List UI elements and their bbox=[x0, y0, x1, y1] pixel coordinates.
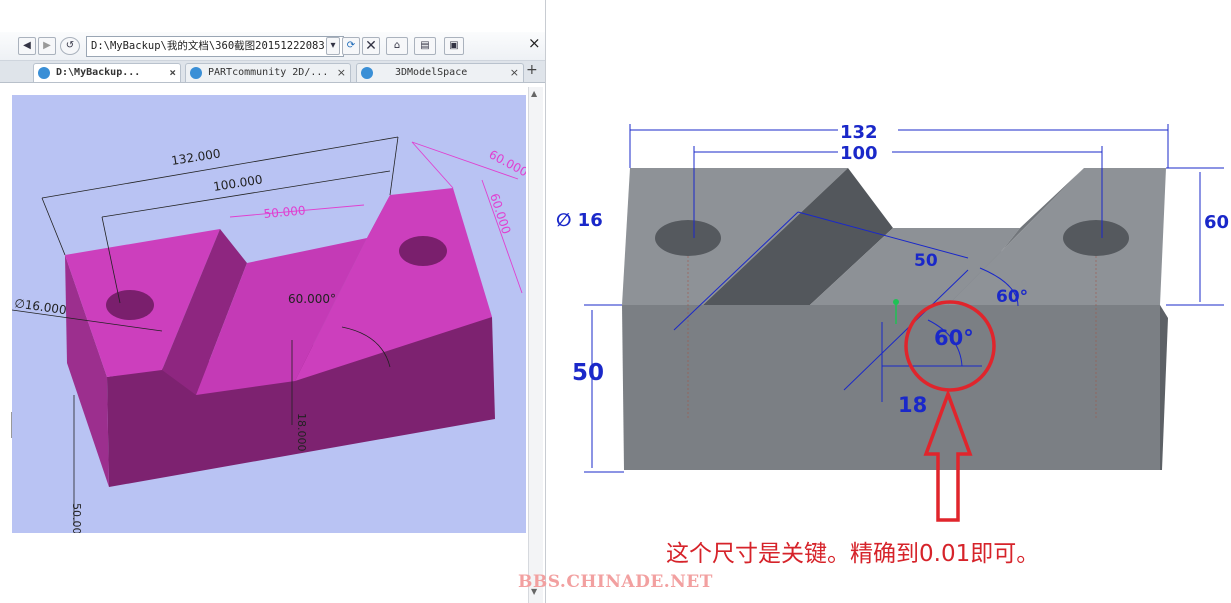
dim-50-inner-label: 50 bbox=[914, 251, 938, 271]
dim-100-label: 100 bbox=[840, 143, 878, 164]
scroll-up-icon[interactable]: ▲ bbox=[531, 89, 537, 98]
back-icon[interactable]: ◀ bbox=[18, 37, 36, 55]
address-bar[interactable]: D:\MyBackup\我的文档\360截图20151222083 bbox=[86, 36, 344, 57]
close-window-button[interactable]: × bbox=[528, 34, 541, 52]
browser-window: ▾ ◀ ▶ ↺ D:\MyBackup\我的文档\360截图2015122208… bbox=[0, 0, 546, 603]
save-icon[interactable]: ▣ bbox=[444, 37, 464, 55]
address-text: D:\MyBackup\我的文档\360截图20151222083 bbox=[91, 40, 325, 52]
hole-right bbox=[1063, 220, 1129, 256]
dim-18-label: 18.000 bbox=[295, 413, 308, 452]
history-icon[interactable]: ↺ bbox=[60, 37, 80, 55]
tab-bar: D:\MyBackup... × PARTcommunity 2D/... × … bbox=[0, 61, 545, 83]
block-front-face bbox=[622, 305, 1160, 470]
hole-left bbox=[655, 220, 721, 256]
home-icon[interactable]: ⌂ bbox=[386, 37, 408, 55]
ie-icon bbox=[38, 67, 50, 79]
dim-132-label: 132 bbox=[840, 122, 878, 143]
pivot-marker-dot bbox=[893, 299, 899, 305]
tab-close-icon[interactable]: × bbox=[169, 64, 176, 82]
hole-right bbox=[399, 236, 447, 266]
browser-toolbar: ◀ ▶ ↺ D:\MyBackup\我的文档\360截图20151222083 … bbox=[0, 32, 545, 61]
dim-60-angle-inner-label: 60° bbox=[934, 326, 974, 350]
tab-label: D:\MyBackup... bbox=[56, 67, 141, 78]
cad-image-magenta: 132.000 100.000 ∅16.000 60.000° 18.000 5… bbox=[12, 95, 526, 533]
dim-angle-label: 60.000° bbox=[288, 292, 336, 306]
tab-label: 3DModelSpace bbox=[395, 67, 468, 78]
watermark: BBS.CHINADE.NET bbox=[518, 572, 713, 592]
tab-partcommunity[interactable]: PARTcommunity 2D/... × bbox=[185, 63, 351, 82]
tab-label: PARTcommunity 2D/... bbox=[208, 67, 329, 78]
print-icon[interactable]: ▤ bbox=[414, 37, 436, 55]
tab-3dmodelspace[interactable]: 3DModelSpace × bbox=[356, 63, 524, 82]
tab-close-icon[interactable]: × bbox=[510, 64, 519, 82]
dim-60-side-label: 60 bbox=[1204, 212, 1229, 233]
address-dropdown-icon[interactable]: ▾ bbox=[326, 37, 340, 55]
dim-diameter-label: ∅ 16 bbox=[556, 210, 603, 231]
vertical-scrollbar[interactable]: ▲ ▼ bbox=[528, 87, 543, 603]
new-tab-button[interactable]: + bbox=[526, 62, 538, 78]
dim-60-angle-outer-label: 60° bbox=[996, 287, 1028, 307]
ie-icon bbox=[190, 67, 202, 79]
tab-close-icon[interactable]: × bbox=[337, 64, 346, 82]
tab-local-file[interactable]: D:\MyBackup... × bbox=[33, 63, 181, 82]
forward-icon[interactable]: ▶ bbox=[38, 37, 56, 55]
refresh-icon[interactable]: ⟳ bbox=[342, 37, 360, 55]
block-side-face bbox=[1160, 305, 1168, 470]
hole-left bbox=[106, 290, 154, 320]
ie-icon bbox=[361, 67, 373, 79]
dim-50-height-label: 50.000 bbox=[70, 503, 83, 533]
stop-icon[interactable]: ✕ bbox=[362, 37, 380, 55]
dim-18-label: 18 bbox=[898, 393, 927, 417]
callout-note: 这个尺寸是关键。精确到0.01即可。 bbox=[666, 541, 1040, 567]
dim-50-height-label: 50 bbox=[572, 360, 604, 386]
cad-image-grey: 132 100 ∅ 16 60 50 60° 60° 18 50 bbox=[556, 121, 1229, 522]
